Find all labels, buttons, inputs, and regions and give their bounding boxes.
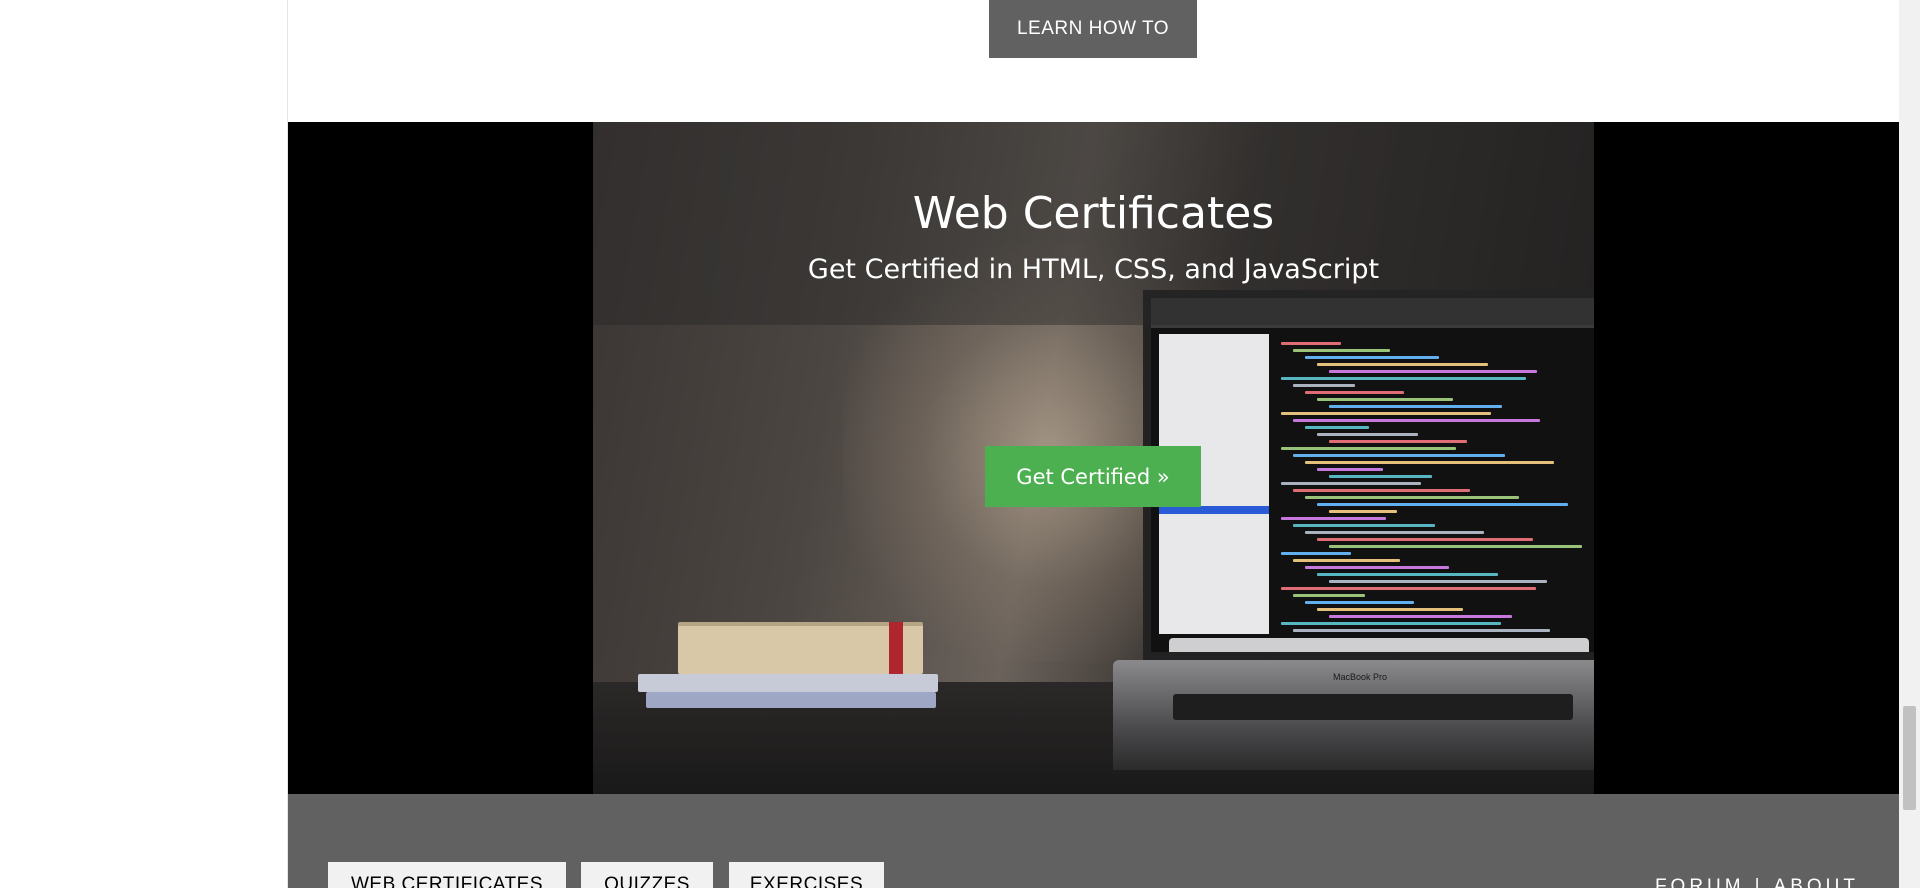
code-line (1293, 629, 1550, 632)
footer-link-separator: | (1754, 876, 1764, 888)
code-line (1305, 356, 1439, 359)
footer: WEB CERTIFICATES QUIZZES EXERCISES FORUM… (288, 794, 1899, 888)
hero-title: Web Certificates (912, 188, 1275, 239)
code-line (1281, 482, 1421, 485)
laptop-base: MacBook Pro (1113, 660, 1594, 770)
code-line (1317, 503, 1568, 506)
code-line (1293, 594, 1365, 597)
code-line (1329, 405, 1502, 408)
code-line (1305, 566, 1449, 569)
code-line (1293, 454, 1505, 457)
main-content: LEARN HOW TO MacBook Pro Web Certificate… (288, 0, 1899, 888)
code-line (1281, 412, 1491, 415)
scrollbar-thumb[interactable] (1903, 706, 1916, 810)
code-line (1305, 531, 1484, 534)
code-line (1317, 363, 1488, 366)
code-line (1293, 419, 1540, 422)
code-line (1317, 433, 1418, 436)
code-line (1293, 489, 1470, 492)
learn-section: LEARN HOW TO (288, 0, 1899, 122)
laptop-label: MacBook Pro (1333, 672, 1388, 682)
code-line (1317, 573, 1498, 576)
learn-how-to-button[interactable]: LEARN HOW TO (989, 0, 1197, 58)
book-strap (889, 622, 903, 674)
web-certificates-button[interactable]: WEB CERTIFICATES (328, 862, 566, 888)
book (638, 674, 938, 692)
code-line (1329, 545, 1582, 548)
book (678, 622, 923, 674)
exercises-button[interactable]: EXERCISES (729, 862, 884, 888)
code-line (1317, 398, 1453, 401)
code-line (1317, 468, 1383, 471)
code-line (1329, 440, 1467, 443)
code-line (1281, 622, 1501, 625)
code-line (1317, 538, 1533, 541)
laptop-keyboard (1173, 694, 1573, 720)
book (646, 692, 936, 708)
laptop-screen (1143, 290, 1594, 660)
code-line (1329, 370, 1537, 373)
left-sidebar (0, 0, 288, 888)
page: LEARN HOW TO MacBook Pro Web Certificate… (0, 0, 1920, 888)
code-line (1281, 447, 1456, 450)
code-line (1293, 559, 1400, 562)
quizzes-button[interactable]: QUIZZES (581, 862, 713, 888)
code-line (1305, 391, 1404, 394)
code-line (1281, 517, 1386, 520)
code-line (1329, 580, 1547, 583)
code-line (1293, 524, 1435, 527)
hero-subtitle: Get Certified in HTML, CSS, and JavaScri… (807, 254, 1380, 285)
code-line (1305, 601, 1414, 604)
certificates-hero: MacBook Pro Web Certificates Get Certifi… (288, 122, 1899, 794)
code-line (1305, 496, 1519, 499)
code-line (1329, 475, 1432, 478)
code-line (1293, 349, 1390, 352)
code-line (1281, 342, 1341, 345)
forum-link[interactable]: FORUM (1655, 876, 1745, 888)
vertical-scrollbar[interactable] (1899, 0, 1920, 888)
file-tree-selection (1159, 506, 1269, 514)
code-line (1329, 615, 1512, 618)
code-line (1305, 461, 1554, 464)
footer-links: FORUM | ABOUT (1655, 876, 1859, 888)
about-link[interactable]: ABOUT (1774, 876, 1859, 888)
code-line (1281, 552, 1351, 555)
code-line (1329, 510, 1397, 513)
code-line (1305, 426, 1369, 429)
code-line (1293, 384, 1355, 387)
code-line (1281, 377, 1526, 380)
code-line (1317, 608, 1463, 611)
code-editor (1281, 338, 1591, 636)
code-line (1281, 587, 1536, 590)
app-dock (1169, 638, 1589, 652)
get-certified-button[interactable]: Get Certified » (985, 446, 1201, 507)
